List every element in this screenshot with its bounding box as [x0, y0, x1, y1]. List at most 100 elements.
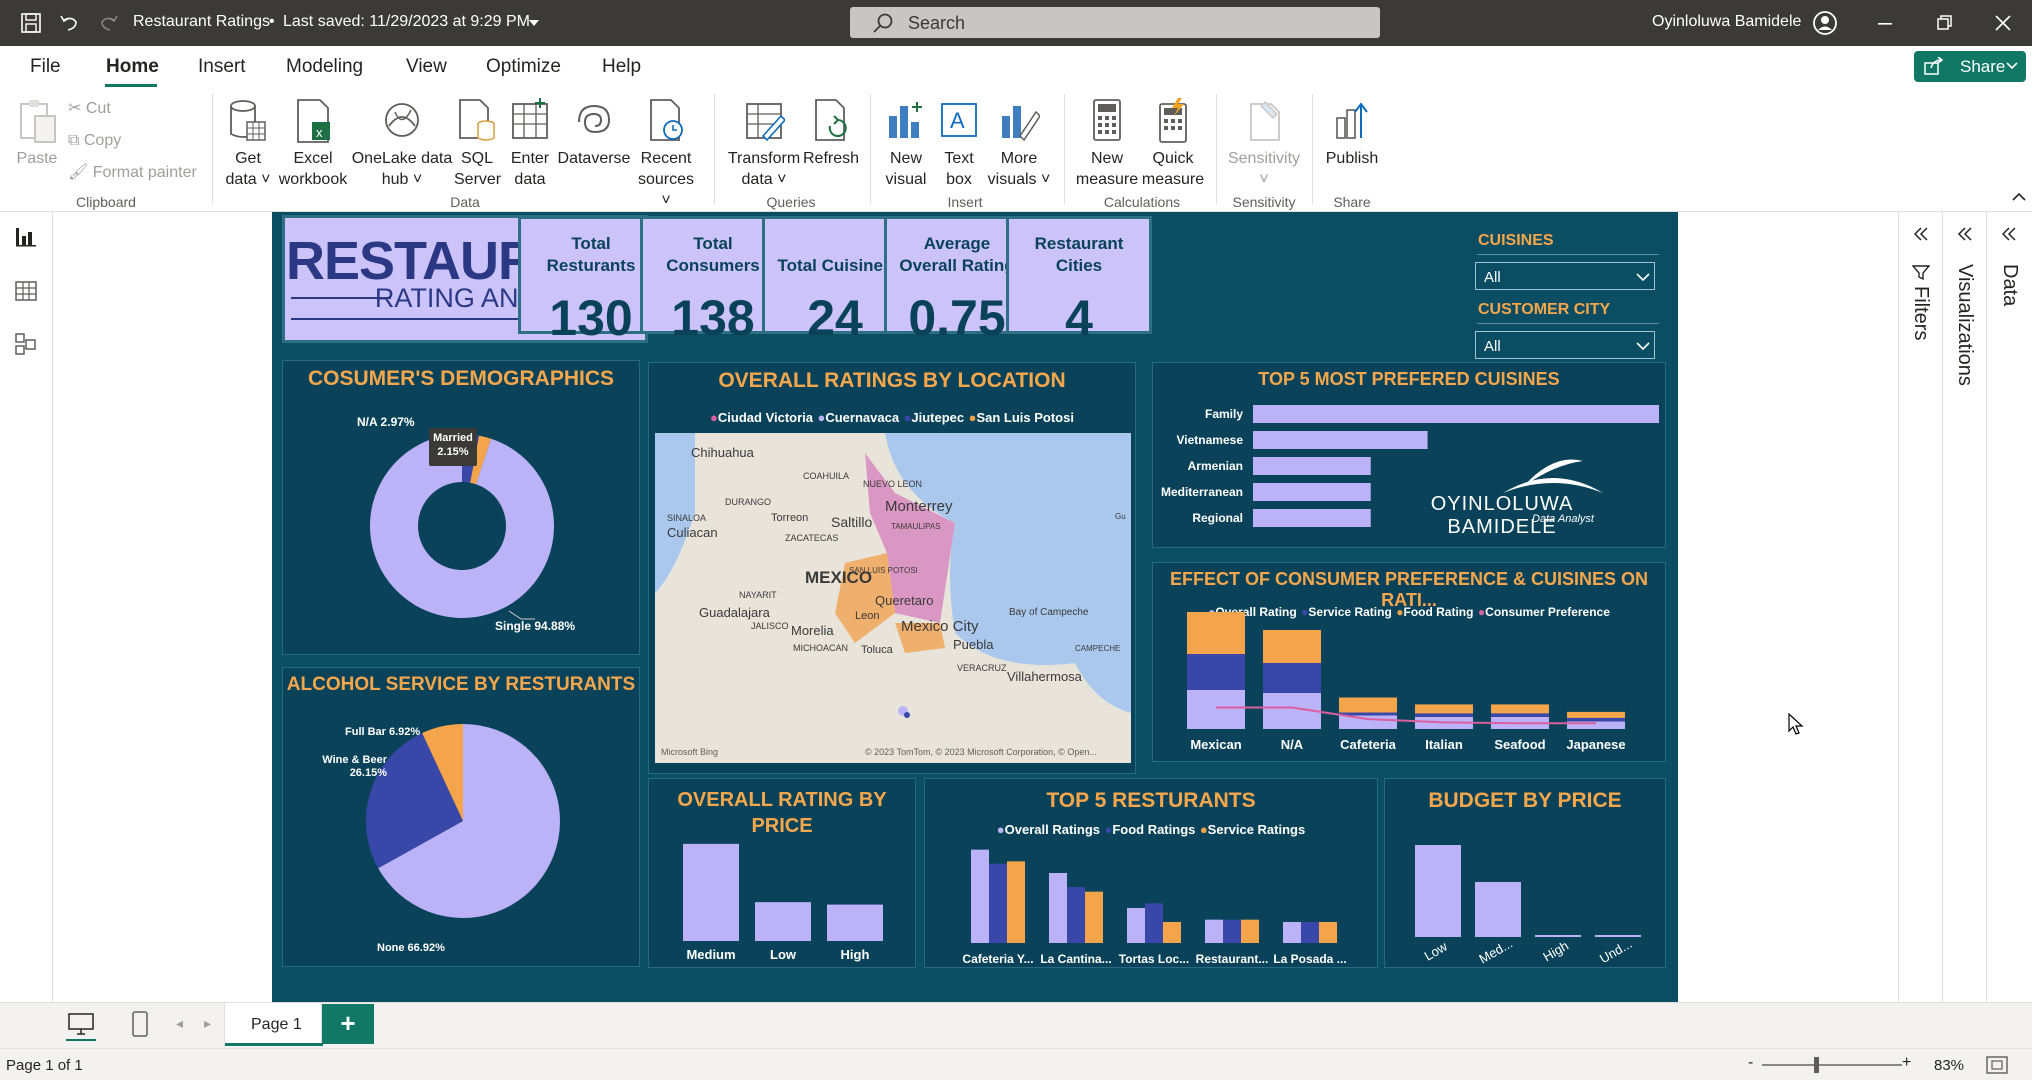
bar[interactable]: [755, 902, 811, 941]
grouped-bar[interactable]: [1205, 919, 1223, 943]
tab-insert[interactable]: Insert: [198, 56, 246, 78]
grouped-bar[interactable]: [989, 863, 1007, 943]
excel-workbook-button[interactable]: x Excel workbook: [276, 98, 350, 190]
kpi-card[interactable]: Restaurant Cities 4: [1006, 216, 1152, 346]
mobile-layout-icon[interactable]: [132, 1011, 148, 1037]
stack-segment[interactable]: [1567, 717, 1625, 722]
mexico-map[interactable]: Chihuahua COAHUILA NUEVO LEON Monterrey DURA…: [655, 433, 1131, 763]
new-measure-button[interactable]: New measure: [1074, 98, 1140, 190]
filters-pane[interactable]: Filters: [1898, 212, 1942, 1002]
format-painter-button[interactable]: 🖌 Format painter: [68, 162, 197, 183]
grouped-bar[interactable]: [1145, 903, 1163, 943]
grouped-bar[interactable]: [1301, 922, 1319, 943]
cuisine-bar[interactable]: [1253, 509, 1371, 527]
publish-button[interactable]: Publish: [1322, 98, 1382, 169]
effect-visual[interactable]: EFFECT OF CONSUMER PREFERENCE & CUISINES…: [1152, 562, 1666, 762]
collapse-left-icon[interactable]: [1911, 226, 1931, 242]
bar[interactable]: [1535, 935, 1581, 937]
price-rating-visual[interactable]: OVERALL RATING BY PRICE Medium Low High: [648, 778, 916, 968]
collapse-left-icon[interactable]: [1999, 226, 2019, 242]
collapse-left-icon[interactable]: [1955, 226, 1975, 242]
stack-segment[interactable]: [1567, 711, 1625, 718]
slicer-cuisines-dropdown[interactable]: All: [1475, 262, 1655, 290]
cut-button[interactable]: ✂ Cut: [68, 98, 111, 119]
cuisine-bar[interactable]: [1253, 457, 1371, 475]
demographics-visual[interactable]: COSUMER'S DEMOGRAPHICS N/A 2.97% Married…: [282, 360, 640, 655]
grouped-bar[interactable]: [1127, 908, 1145, 943]
share-button[interactable]: Share: [1914, 51, 2026, 82]
add-page-button[interactable]: +: [322, 1004, 374, 1044]
bar[interactable]: [1415, 845, 1461, 937]
bar[interactable]: [1595, 935, 1641, 937]
grouped-bar[interactable]: [1283, 922, 1301, 943]
undo-icon[interactable]: [58, 12, 80, 34]
stack-segment[interactable]: [1263, 630, 1321, 663]
onelake-button[interactable]: OneLake data hub ˅: [350, 98, 454, 190]
search-box[interactable]: Search: [850, 7, 1380, 38]
redo-icon[interactable]: [98, 12, 120, 34]
more-visuals-button[interactable]: More visuals ˅: [984, 98, 1054, 190]
grouped-bar[interactable]: [1007, 861, 1025, 943]
copy-button[interactable]: ⧉ Copy: [68, 130, 121, 151]
quick-measure-button[interactable]: Quick measure: [1140, 98, 1206, 190]
model-view-icon[interactable]: [14, 332, 38, 356]
desktop-layout-icon[interactable]: [68, 1013, 94, 1035]
visualizations-pane[interactable]: Visualizations: [1942, 212, 1986, 1002]
sensitivity-button[interactable]: Sensitivity ˅: [1224, 98, 1304, 190]
sql-server-button[interactable]: SQL Server: [454, 98, 501, 190]
recent-sources-button[interactable]: Recent sources ˅: [632, 98, 700, 211]
stack-segment[interactable]: [1415, 713, 1473, 717]
dataverse-button[interactable]: Dataverse: [556, 98, 632, 169]
grouped-bar[interactable]: [1223, 919, 1241, 943]
tab-page-1[interactable]: Page 1: [224, 1003, 323, 1047]
report-view-icon[interactable]: [14, 226, 38, 248]
minimize-icon[interactable]: [1878, 22, 1894, 26]
paste-button[interactable]: Paste: [14, 98, 60, 169]
fit-to-page-icon[interactable]: [1986, 1055, 2008, 1075]
text-box-button[interactable]: A Text box: [934, 98, 984, 190]
grouped-bar[interactable]: [1085, 891, 1103, 943]
cuisine-bar[interactable]: [1253, 405, 1659, 423]
zoom-in-icon[interactable]: +: [1902, 1054, 1911, 1072]
bar[interactable]: [1475, 882, 1521, 937]
grouped-bar[interactable]: [1049, 873, 1067, 943]
menu-file[interactable]: File: [30, 56, 61, 78]
chevron-down-icon[interactable]: [528, 18, 540, 28]
top-restaurants-visual[interactable]: TOP 5 RESTURANTS ●Overall Ratings ●Food …: [924, 778, 1378, 968]
get-data-button[interactable]: Get data ˅: [220, 98, 276, 190]
save-icon[interactable]: [20, 12, 42, 34]
new-visual-button[interactable]: New visual: [880, 98, 932, 190]
refresh-button[interactable]: Refresh: [802, 98, 860, 169]
account-icon[interactable]: [1812, 10, 1838, 36]
data-pane[interactable]: Data: [1986, 212, 2032, 1002]
tab-optimize[interactable]: Optimize: [486, 56, 561, 78]
location-map-visual[interactable]: OVERALL RATINGS BY LOCATION ●Ciudad Vict…: [648, 362, 1136, 774]
stack-segment[interactable]: [1187, 690, 1245, 729]
stack-segment[interactable]: [1187, 654, 1245, 690]
tab-help[interactable]: Help: [602, 56, 641, 78]
stack-segment[interactable]: [1263, 663, 1321, 693]
stack-segment[interactable]: [1339, 715, 1397, 730]
bar[interactable]: [827, 904, 883, 941]
enter-data-button[interactable]: Enter data: [506, 98, 554, 190]
collapse-ribbon-icon[interactable]: [2012, 192, 2026, 202]
cuisine-bar[interactable]: [1253, 431, 1428, 449]
tab-home[interactable]: Home: [106, 56, 159, 78]
tab-view[interactable]: View: [406, 56, 447, 78]
table-view-icon[interactable]: [14, 280, 38, 302]
grouped-bar[interactable]: [1163, 922, 1181, 943]
stack-segment[interactable]: [1339, 697, 1397, 713]
zoom-slider-thumb[interactable]: [1814, 1057, 1819, 1073]
grouped-bar[interactable]: [971, 849, 989, 943]
restore-icon[interactable]: [1937, 15, 1953, 31]
stack-segment[interactable]: [1415, 704, 1473, 714]
slicer-city-dropdown[interactable]: All: [1475, 331, 1655, 359]
bar[interactable]: [683, 843, 739, 941]
top-cuisines-visual[interactable]: TOP 5 MOST PREFERED CUISINES Family Vietn…: [1152, 362, 1666, 548]
grouped-bar[interactable]: [1067, 887, 1085, 943]
grouped-bar[interactable]: [1319, 922, 1337, 943]
zoom-slider-track[interactable]: [1762, 1064, 1902, 1066]
tab-modeling[interactable]: Modeling: [286, 56, 363, 78]
prev-page-icon[interactable]: ◂: [176, 1015, 183, 1032]
budget-visual[interactable]: BUDGET BY PRICE Low Med... High Und...: [1384, 778, 1666, 968]
